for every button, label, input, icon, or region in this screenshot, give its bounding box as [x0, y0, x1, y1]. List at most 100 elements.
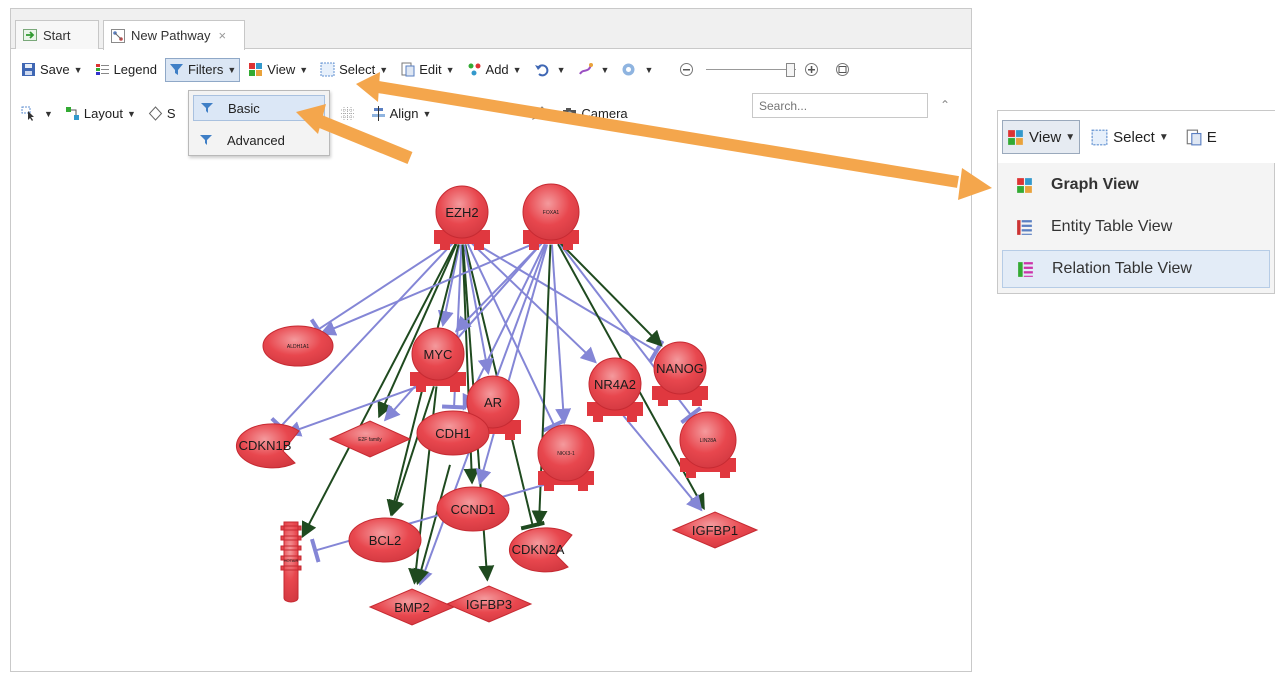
node-nr4a2[interactable]: NR4A2 [587, 357, 643, 422]
edit-button[interactable]: Edit ▼ [396, 58, 458, 82]
node-e2f[interactable]: E2F family [328, 420, 412, 458]
callout-select-label: Select [1113, 128, 1155, 146]
edit-document-icon [401, 62, 415, 77]
chevron-down-icon[interactable]: ▼ [1159, 132, 1169, 143]
filter-basic-item[interactable]: Basic [193, 95, 325, 121]
node-aldh1a1[interactable]: ALDH1A1 [262, 325, 334, 367]
node-label: CDH1 [435, 426, 470, 441]
node-bmp2[interactable]: BMP2 [368, 588, 456, 626]
tab-new-pathway[interactable]: New Pathway × [103, 20, 245, 50]
node-igfbp3[interactable]: IGFBP3 [445, 585, 533, 623]
node-cdh1[interactable]: CDH1 [416, 410, 490, 456]
graph-nodes: EZH2 FOXA1 ALDH1A1 MYC NANOG AR NR4A2 CDKN1B E2F… [236, 183, 759, 626]
view-graph-icon [249, 63, 263, 76]
close-tab-icon[interactable]: × [218, 28, 226, 43]
chevron-down-icon[interactable]: ▼ [44, 109, 53, 119]
chevron-down-icon[interactable]: ▼ [601, 65, 610, 75]
pointer-select-icon [21, 106, 34, 121]
chevron-down-icon[interactable]: ▼ [446, 65, 455, 75]
callout-view-button[interactable]: View ▼ [1002, 120, 1081, 154]
relation-table-view-item[interactable]: Relation Table View [1002, 250, 1270, 288]
node-foxa1[interactable]: FOXA1 [522, 183, 580, 250]
entity-table-view-item[interactable]: Entity Table View [1002, 208, 1270, 246]
save-disk-icon [22, 63, 35, 76]
chevron-down-icon[interactable]: ▼ [227, 65, 236, 75]
node-label: NANOG [656, 361, 704, 376]
chevron-down-icon[interactable]: ▼ [644, 65, 653, 75]
callout-edit-button[interactable]: E [1180, 120, 1222, 154]
undo-button[interactable]: ▼ [530, 58, 570, 82]
node-myc[interactable]: MYC [410, 327, 466, 392]
node-cdkn2a[interactable]: CDKN2A [509, 527, 573, 573]
filter-advanced-label: Advanced [227, 132, 285, 148]
legend-button[interactable]: Legend [91, 58, 161, 82]
chevron-down-icon[interactable]: ▼ [422, 109, 431, 119]
node-bcl2[interactable]: BCL2 [348, 517, 422, 563]
tab-start[interactable]: Start [15, 20, 99, 49]
node-hox[interactable]: HOTAIR [280, 521, 302, 603]
view-graph-icon [1008, 129, 1023, 145]
edge-myc-cdkn1b[interactable] [284, 383, 426, 437]
chevron-down-icon[interactable]: ▼ [299, 65, 308, 75]
chevron-down-icon[interactable]: ▼ [1065, 132, 1075, 143]
node-label: CDKN1B [239, 438, 292, 453]
graph-canvas[interactable]: EZH2 FOXA1 ALDH1A1 MYC NANOG AR NR4A2 CDKN1B E2F… [10, 132, 972, 672]
style-button[interactable]: S [144, 102, 180, 126]
search-input[interactable] [752, 93, 928, 118]
node-cdkn1b[interactable]: CDKN1B [236, 423, 300, 469]
view-button[interactable]: View ▼ [244, 58, 312, 82]
node-label: E2F family [358, 437, 382, 443]
graph-view-item[interactable]: Graph View [1002, 166, 1270, 204]
add-label: Add [485, 62, 509, 77]
zoom-out-button[interactable] [675, 58, 702, 82]
edge-cdh1-bmp2[interactable] [413, 464, 451, 586]
pointer-mode-button[interactable]: ▼ [17, 102, 57, 126]
edge-foxa1-nanog[interactable] [560, 242, 663, 347]
node-igfbp1[interactable]: IGFBP1 [671, 511, 759, 549]
add-button[interactable]: Add ▼ [463, 58, 526, 82]
collapse-toolbar-icon[interactable]: ⌃ [940, 98, 950, 112]
node-ccnd1[interactable]: CCND1 [436, 486, 510, 532]
save-button[interactable]: Save ▼ [17, 58, 87, 82]
node-label: EZH2 [445, 205, 478, 220]
route-button[interactable]: ▼ [574, 58, 614, 82]
filter-funnel-icon [169, 64, 183, 75]
node-lin28a[interactable]: LIN28A [679, 411, 737, 478]
tab-bar: Start New Pathway × [11, 9, 971, 50]
node-label: IGFBP3 [466, 597, 512, 612]
filter-advanced-item[interactable]: Advanced [193, 127, 325, 153]
node-label: AR [484, 395, 502, 410]
filters-dropdown: Basic Advanced [188, 90, 330, 156]
callout-view-label: View [1029, 128, 1062, 146]
fit-screen-icon [836, 63, 850, 76]
layout-button[interactable]: Layout ▼ [61, 102, 140, 126]
chevron-down-icon[interactable]: ▼ [74, 65, 83, 75]
select-button[interactable]: Select ▼ [316, 58, 392, 82]
node-label: FOXA1 [543, 210, 560, 216]
zoom-in-button[interactable] [800, 58, 827, 82]
align-button[interactable]: Align ▼ [367, 102, 436, 126]
node-nkx3-1[interactable]: NKX3-1 [537, 424, 595, 491]
callout-select-button[interactable]: Select ▼ [1086, 120, 1174, 154]
node-label: CDKN2A [512, 542, 565, 557]
grid-button[interactable] [336, 102, 363, 126]
entity-table-view-label: Entity Table View [1051, 218, 1173, 235]
view-menu-callout: View ▼ Select ▼ E Graph View Entity Table … [997, 110, 1276, 294]
camera-button[interactable]: Camera [558, 102, 631, 126]
edge-foxa1-nkx3-1[interactable] [550, 244, 572, 425]
filters-button[interactable]: Filters ▼ [164, 57, 241, 82]
graph-view-label: Graph View [1051, 176, 1139, 193]
node-ezh2[interactable]: EZH2 [434, 185, 490, 250]
chevron-down-icon[interactable]: ▼ [127, 109, 136, 119]
zoom-slider[interactable] [706, 60, 797, 80]
fit-screen-button[interactable] [831, 58, 858, 82]
chevron-down-icon[interactable]: ▼ [557, 65, 566, 75]
chevron-down-icon[interactable]: ▼ [379, 65, 388, 75]
annotate-button[interactable] [527, 102, 554, 126]
chevron-down-icon[interactable]: ▼ [513, 65, 522, 75]
zoom-slider-thumb[interactable] [786, 62, 796, 77]
main-toolbar: Save ▼ Legend Filters ▼ View ▼ Select ▼ Edit… [11, 53, 971, 86]
node-nanog[interactable]: NANOG [652, 341, 708, 406]
settings-button[interactable]: ▼ [617, 58, 657, 82]
node-label: NKX3-1 [557, 451, 575, 457]
